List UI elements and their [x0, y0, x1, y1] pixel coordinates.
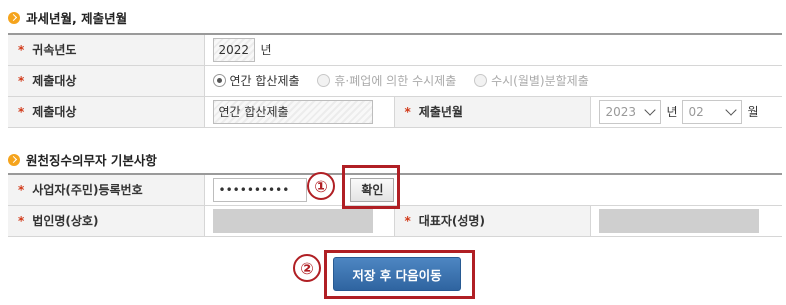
radio-annual[interactable]: 연간 합산제출 [212, 72, 300, 89]
year-select[interactable]: 2023 [598, 99, 661, 124]
radio-closure[interactable]: 휴·폐업에 의한 수시제출 [317, 72, 456, 89]
table-row: * 법인명(상호) * 대표자(성명) [8, 205, 782, 237]
year-input[interactable]: 2022 [212, 37, 255, 62]
label-corp-name: * 법인명(상호) [8, 205, 204, 237]
highlight-confirm-box [342, 165, 400, 209]
rep-name-input[interactable] [598, 208, 759, 233]
value-corp-name [203, 205, 394, 237]
value-year: 2022 년 [203, 34, 782, 66]
value-biz-no: •••••••••• 확인 [203, 174, 782, 206]
section-bullet-icon [8, 153, 20, 166]
period-form-table: * 귀속년도 2022 년 * 제출대상 연간 합산제출 휴·폐업에 의한 수시제출 … [8, 33, 782, 128]
chevron-down-icon [724, 103, 737, 116]
section-title-text: 원천징수의무자 기본사항 [26, 153, 157, 168]
table-row: * 제출대상 연간 합산제출 * 제출년월 2023 년 02 월 [8, 96, 782, 128]
step-badge-2: ② [293, 254, 321, 282]
year-select-suffix: 년 [666, 105, 678, 119]
value-submit-target: 연간 합산제출 [203, 96, 394, 128]
table-row: * 귀속년도 2022 년 [8, 34, 782, 66]
label-rep-name: * 대표자(성명) [393, 205, 590, 237]
section-title-period: 과세년월, 제출년월 [8, 8, 127, 27]
label-submit-type: * 제출대상 [8, 65, 204, 97]
save-next-button[interactable]: 저장 후 다음이동 [333, 257, 461, 291]
value-submit-type: 연간 합산제출 휴·폐업에 의한 수시제출 수시(월별)분할제출 [203, 65, 782, 97]
label-submit-target: * 제출대상 [8, 96, 204, 128]
required-icon: * [404, 214, 411, 228]
required-icon: * [18, 74, 25, 88]
month-select-suffix: 월 [747, 105, 759, 119]
corp-name-input[interactable] [212, 208, 373, 233]
required-icon: * [404, 105, 411, 119]
step-badge-1: ① [307, 172, 335, 200]
label-submit-month: * 제출년월 [393, 96, 590, 128]
table-row: * 제출대상 연간 합산제출 휴·폐업에 의한 수시제출 수시(월별)분할제출 [8, 65, 782, 97]
radio-disabled-icon [474, 74, 488, 87]
month-select[interactable]: 02 [681, 99, 742, 124]
year-suffix: 년 [260, 43, 272, 58]
chevron-down-icon [643, 103, 656, 116]
value-rep-name [589, 205, 782, 237]
section-title-text: 과세년월, 제출년월 [26, 11, 128, 26]
section-bullet-icon [8, 11, 20, 24]
label-biz-no: * 사업자(주민)등록번호 [8, 174, 204, 206]
radio-monthly[interactable]: 수시(월별)분할제출 [474, 72, 589, 89]
section-title-withholding: 원천징수의무자 기본사항 [8, 150, 157, 169]
radio-disabled-icon [317, 74, 331, 87]
required-icon: * [18, 105, 25, 119]
required-icon: * [18, 183, 25, 198]
biz-no-password-input[interactable]: •••••••••• [212, 177, 307, 202]
required-icon: * [18, 43, 25, 58]
submit-target-input[interactable]: 연간 합산제출 [212, 99, 373, 124]
value-submit-month: 2023 년 02 월 [589, 96, 782, 128]
label-year: * 귀속년도 [8, 34, 204, 66]
radio-selected-icon [212, 74, 226, 87]
required-icon: * [18, 214, 25, 228]
